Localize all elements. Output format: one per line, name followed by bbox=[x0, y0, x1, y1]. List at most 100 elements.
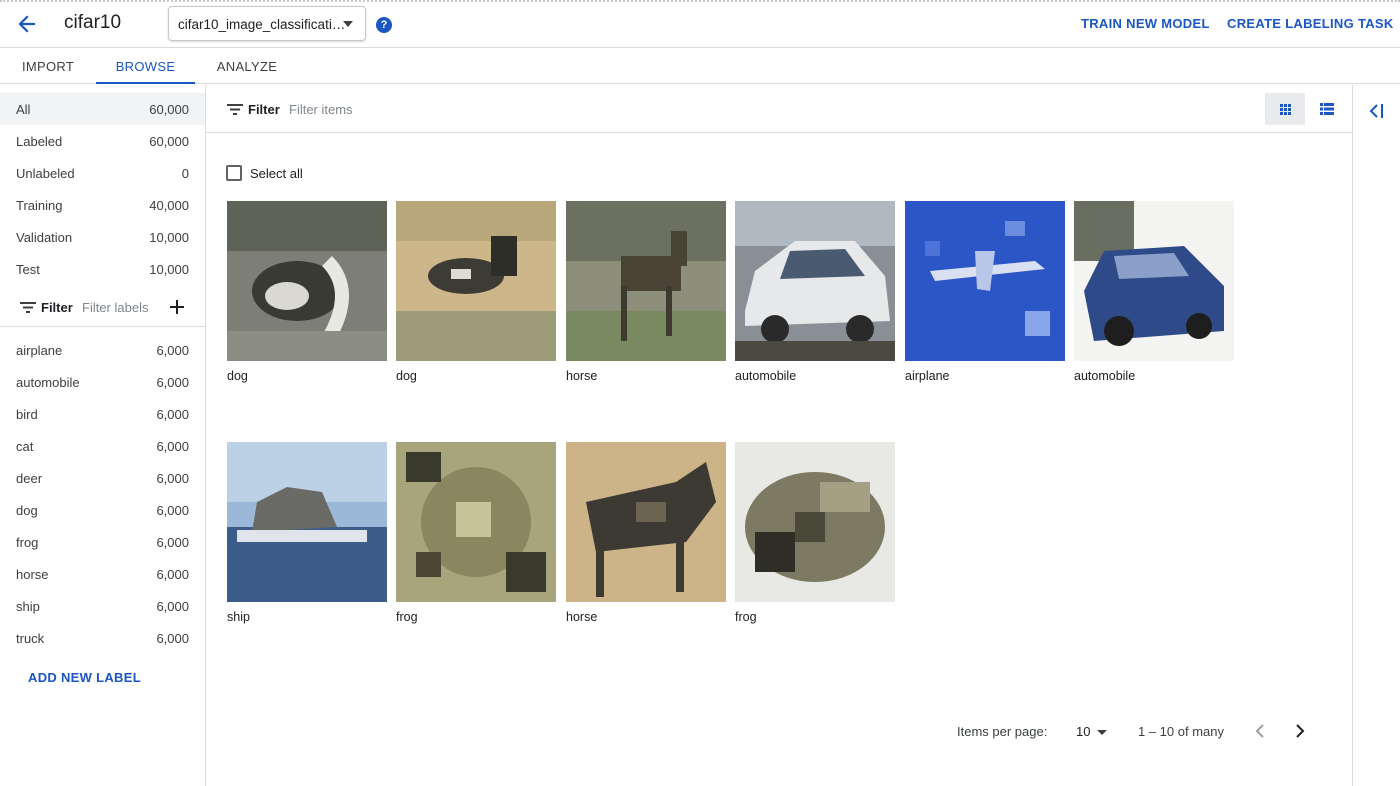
chevron-right-icon bbox=[1296, 724, 1305, 738]
select-all-checkbox[interactable] bbox=[226, 165, 242, 181]
help-icon[interactable]: ? bbox=[376, 17, 392, 33]
image-thumbnail bbox=[735, 442, 895, 602]
image-label: automobile bbox=[1074, 369, 1136, 383]
image-label: horse bbox=[566, 610, 598, 624]
page-size-value: 10 bbox=[1076, 724, 1091, 739]
split-count: 40,000 bbox=[149, 198, 189, 213]
label-count: 6,000 bbox=[156, 439, 189, 454]
label-item-frog[interactable]: frog 6,000 bbox=[0, 526, 205, 558]
page-size-select[interactable]: 10 bbox=[1076, 721, 1112, 743]
tab-import[interactable]: IMPORT bbox=[0, 48, 96, 84]
label-filter-bar: Filter bbox=[0, 287, 205, 327]
image-item[interactable]: ship bbox=[227, 442, 387, 624]
split-item-training[interactable]: Training 40,000 bbox=[0, 189, 205, 221]
create-labeling-task-button[interactable]: CREATE LABELING TASK bbox=[1227, 16, 1394, 31]
label-name: truck bbox=[16, 631, 45, 646]
label-item-ship[interactable]: ship 6,000 bbox=[0, 590, 205, 622]
label-item-cat[interactable]: cat 6,000 bbox=[0, 430, 205, 462]
tab-browse[interactable]: BROWSE bbox=[96, 48, 195, 84]
previous-page-button[interactable] bbox=[1250, 721, 1270, 741]
next-page-button[interactable] bbox=[1290, 721, 1310, 741]
top-app-bar: cifar10 cifar10_image_classificati… ? TR… bbox=[0, 0, 1400, 48]
model-selector[interactable]: cifar10_image_classificati… bbox=[168, 6, 366, 41]
label-count: 6,000 bbox=[156, 567, 189, 582]
split-item-labeled[interactable]: Labeled 60,000 bbox=[0, 125, 205, 157]
label-count: 6,000 bbox=[156, 535, 189, 550]
image-item[interactable]: automobile bbox=[1074, 201, 1234, 383]
add-icon[interactable] bbox=[168, 298, 186, 316]
filter-icon bbox=[20, 302, 36, 313]
image-label: dog bbox=[396, 369, 417, 383]
image-item[interactable]: airplane bbox=[905, 201, 1065, 383]
image-label: frog bbox=[735, 610, 757, 624]
tab-analyze[interactable]: ANALYZE bbox=[199, 48, 295, 84]
image-item[interactable]: automobile bbox=[735, 201, 895, 383]
label-name: cat bbox=[16, 439, 34, 454]
dataset-title: cifar10 bbox=[64, 12, 122, 33]
image-thumbnail bbox=[566, 442, 726, 602]
label-item-truck[interactable]: truck 6,000 bbox=[0, 622, 205, 654]
split-item-all[interactable]: All 60,000 bbox=[0, 93, 205, 125]
list-view-icon bbox=[1320, 103, 1334, 115]
split-count: 60,000 bbox=[149, 134, 189, 149]
image-thumbnail bbox=[227, 201, 387, 361]
image-label: automobile bbox=[735, 369, 797, 383]
collapse-panel-button[interactable] bbox=[1367, 101, 1387, 121]
label-item-automobile[interactable]: automobile 6,000 bbox=[0, 366, 205, 398]
image-thumbnail bbox=[396, 442, 556, 602]
details-panel-rail bbox=[1352, 85, 1400, 786]
grid-view-button[interactable] bbox=[1265, 93, 1305, 125]
split-count: 10,000 bbox=[149, 262, 189, 277]
label-count: 6,000 bbox=[156, 599, 189, 614]
split-name: Labeled bbox=[16, 134, 63, 149]
label-name: automobile bbox=[16, 375, 80, 390]
label-item-horse[interactable]: horse 6,000 bbox=[0, 558, 205, 590]
image-item[interactable]: dog bbox=[227, 201, 387, 383]
label-sidebar: All 60,000 Labeled 60,000 Unlabeled 0 Tr… bbox=[0, 85, 206, 786]
label-item-bird[interactable]: bird 6,000 bbox=[0, 398, 205, 430]
label-filter-label: Filter bbox=[41, 300, 73, 315]
image-label: ship bbox=[227, 610, 250, 624]
image-item[interactable]: dog bbox=[396, 201, 556, 383]
train-new-model-button[interactable]: TRAIN NEW MODEL bbox=[1081, 16, 1210, 31]
back-arrow-icon bbox=[18, 15, 36, 33]
split-item-test[interactable]: Test 10,000 bbox=[0, 253, 205, 285]
label-item-deer[interactable]: deer 6,000 bbox=[0, 462, 205, 494]
split-item-validation[interactable]: Validation 10,000 bbox=[0, 221, 205, 253]
item-filter-input[interactable] bbox=[289, 99, 489, 119]
label-item-airplane[interactable]: airplane 6,000 bbox=[0, 334, 205, 366]
select-all-label: Select all bbox=[250, 166, 303, 181]
split-name: Training bbox=[16, 198, 63, 213]
label-filter-input[interactable] bbox=[82, 297, 160, 317]
image-item[interactable]: horse bbox=[566, 442, 726, 624]
split-count: 60,000 bbox=[149, 102, 189, 117]
label-name: ship bbox=[16, 599, 40, 614]
add-new-label-button[interactable]: ADD NEW LABEL bbox=[28, 670, 141, 685]
split-name: Unlabeled bbox=[16, 166, 75, 181]
split-name: Validation bbox=[16, 230, 73, 245]
image-label: dog bbox=[227, 369, 248, 383]
image-label: airplane bbox=[905, 369, 950, 383]
label-count: 6,000 bbox=[156, 503, 189, 518]
label-count: 6,000 bbox=[156, 631, 189, 646]
label-count: 6,000 bbox=[156, 471, 189, 486]
dropdown-caret-icon bbox=[343, 21, 353, 27]
items-per-page-label: Items per page: bbox=[957, 724, 1048, 739]
split-item-unlabeled[interactable]: Unlabeled 0 bbox=[0, 157, 205, 189]
image-thumbnail bbox=[227, 442, 387, 602]
split-count: 10,000 bbox=[149, 230, 189, 245]
list-view-button[interactable] bbox=[1307, 93, 1347, 125]
image-label: frog bbox=[396, 610, 418, 624]
image-thumbnail bbox=[1074, 201, 1234, 361]
label-name: bird bbox=[16, 407, 38, 422]
image-item[interactable]: frog bbox=[396, 442, 556, 624]
image-item[interactable]: horse bbox=[566, 201, 726, 383]
item-filter-label: Filter bbox=[248, 102, 280, 117]
image-thumbnail bbox=[396, 201, 556, 361]
image-item[interactable]: frog bbox=[735, 442, 895, 624]
back-button[interactable] bbox=[14, 12, 42, 36]
image-thumbnail bbox=[566, 201, 726, 361]
label-item-dog[interactable]: dog 6,000 bbox=[0, 494, 205, 526]
dropdown-caret-icon bbox=[1097, 730, 1107, 735]
model-selector-value: cifar10_image_classificati… bbox=[178, 17, 346, 32]
